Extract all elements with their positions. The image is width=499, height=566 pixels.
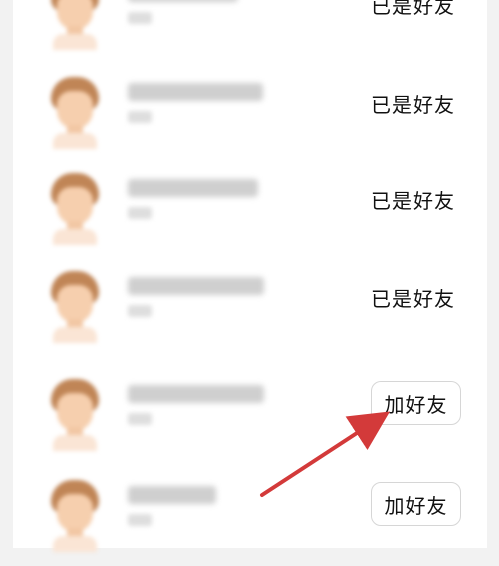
list-item: 加好友 [13,466,487,566]
friends-list-panel: 已是好友 已是好友 已是好友 已是好友 加好友 加好友 [13,0,487,552]
already-friends-label: 已是好友 [371,189,455,213]
friend-name-blurred [128,385,264,403]
avatar [51,480,99,552]
already-friends-label: 已是好友 [371,287,455,311]
friend-name-blurred [128,277,264,295]
friend-subtitle-blurred [128,305,152,317]
list-item: 加好友 [13,365,487,465]
friend-subtitle-blurred [128,413,152,425]
avatar [51,173,99,245]
friend-subtitle-blurred [128,12,152,24]
avatar [51,0,99,50]
friend-name-blurred [128,83,263,101]
add-friend-button[interactable]: 加好友 [371,381,461,425]
friend-subtitle-blurred [128,514,152,526]
list-item: 已是好友 [13,257,487,357]
avatar [51,77,99,149]
avatar [51,379,99,451]
list-item: 已是好友 [13,159,487,259]
friend-name-blurred [128,0,238,2]
list-item: 已是好友 [13,63,487,163]
friend-subtitle-blurred [128,207,152,219]
friend-name-blurred [128,179,258,197]
already-friends-label: 已是好友 [371,0,455,18]
list-item: 已是好友 [13,0,487,64]
friend-name-blurred [128,486,216,504]
friend-subtitle-blurred [128,111,152,123]
avatar [51,271,99,343]
add-friend-button[interactable]: 加好友 [371,482,461,526]
already-friends-label: 已是好友 [371,93,455,117]
